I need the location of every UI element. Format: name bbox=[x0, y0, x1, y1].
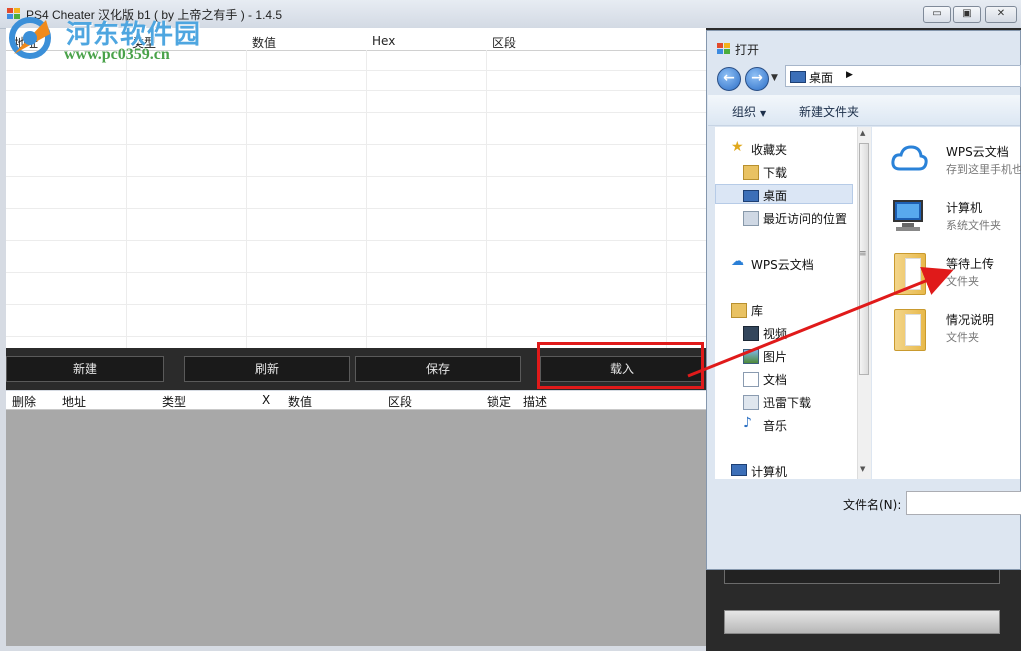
forward-button[interactable]: → bbox=[745, 67, 769, 91]
dialog-app-icon bbox=[717, 43, 731, 55]
column-type[interactable]: 类型 bbox=[162, 393, 186, 410]
desktop-icon bbox=[790, 71, 806, 83]
nav-label: 收藏夹 bbox=[751, 143, 788, 157]
organize-menu[interactable]: 组织 ▼ bbox=[732, 103, 766, 120]
scroll-up-icon[interactable]: ▲ bbox=[860, 129, 865, 137]
navigation-pane: ★ 收藏夹 下载 桌面 最近访问的位置 ☁ WPS云文档 库 视频 图片 文档 … bbox=[715, 127, 857, 479]
watermark-url: www.pc0359.cn bbox=[64, 46, 170, 63]
column-description[interactable]: 描述 bbox=[523, 393, 547, 410]
scroll-down-icon[interactable]: ▼ bbox=[860, 465, 865, 473]
computer-icon bbox=[731, 464, 747, 476]
organize-label: 组织 bbox=[732, 105, 757, 119]
pictures-icon bbox=[743, 349, 759, 364]
star-icon: ★ bbox=[731, 139, 744, 155]
file-description: 文件夹 bbox=[946, 275, 979, 288]
xunlei-download-icon bbox=[743, 395, 759, 410]
cloud-icon: ☁ bbox=[731, 254, 744, 269]
file-name: 情况说明 bbox=[946, 313, 995, 327]
dropdown-icon: ▼ bbox=[760, 109, 767, 118]
documents-icon bbox=[743, 372, 759, 387]
desktop-icon bbox=[743, 190, 759, 202]
new-folder-button[interactable]: 新建文件夹 bbox=[799, 103, 859, 120]
file-list[interactable]: WPS云文档 存到这里手机也 计算机 系统文件夹 等待上传 文件夹 情况说明 文… bbox=[872, 127, 1021, 479]
column-delete[interactable]: 删除 bbox=[12, 393, 36, 410]
filename-label: 文件名(N): bbox=[843, 498, 902, 512]
new-button[interactable]: 新建 bbox=[6, 356, 164, 382]
open-file-dialog: 打开 ← → ▼ 桌面 ▶ 组织 ▼ 新建文件夹 ★ 收藏夹 下载 桌面 最近访… bbox=[706, 30, 1021, 570]
nav-label: 桌面 bbox=[763, 189, 788, 203]
column-value[interactable]: 数值 bbox=[252, 34, 276, 51]
back-arrow-icon: ← bbox=[723, 70, 735, 86]
grid-lines bbox=[6, 50, 706, 348]
nav-label: 音乐 bbox=[763, 419, 788, 433]
forward-arrow-icon: → bbox=[751, 70, 763, 86]
file-item-situation-notes[interactable]: 情况说明 文件夹 bbox=[890, 305, 1021, 357]
save-button[interactable]: 保存 bbox=[355, 356, 521, 382]
scroll-grip-icon: ≡ bbox=[859, 249, 867, 259]
maximize-icon: ▣ bbox=[962, 8, 972, 19]
column-lock[interactable]: 锁定 bbox=[487, 393, 511, 410]
file-description: 文件夹 bbox=[946, 331, 979, 344]
nav-label: 视频 bbox=[763, 327, 788, 341]
file-description: 存到这里手机也 bbox=[946, 163, 1021, 176]
file-name: WPS云文档 bbox=[946, 145, 1009, 159]
nav-label: 计算机 bbox=[751, 465, 788, 479]
nav-scrollbar[interactable]: ▲ ≡ ▼ bbox=[857, 127, 871, 479]
music-icon: ♪ bbox=[743, 415, 752, 431]
address-text: 桌面 bbox=[809, 71, 834, 85]
video-icon bbox=[743, 326, 759, 341]
column-address[interactable]: 地址 bbox=[62, 393, 86, 410]
file-description: 系统文件夹 bbox=[946, 219, 1001, 232]
computer-icon bbox=[893, 200, 923, 231]
minimize-icon: ▭ bbox=[932, 8, 942, 19]
back-button[interactable]: ← bbox=[717, 67, 741, 91]
column-section[interactable]: 区段 bbox=[388, 393, 412, 410]
progress-bar bbox=[724, 610, 1000, 634]
file-name: 等待上传 bbox=[946, 257, 995, 271]
nav-label: 下载 bbox=[763, 166, 788, 180]
cloud-icon bbox=[891, 145, 928, 171]
history-dropdown-icon[interactable]: ▼ bbox=[771, 73, 778, 83]
watermark-logo bbox=[9, 17, 51, 59]
column-x[interactable]: X bbox=[262, 393, 270, 407]
file-item-wps-cloud[interactable]: WPS云文档 存到这里手机也 bbox=[890, 137, 1021, 189]
library-icon bbox=[731, 303, 747, 318]
file-item-computer[interactable]: 计算机 系统文件夹 bbox=[890, 193, 1021, 245]
nav-label: WPS云文档 bbox=[751, 258, 814, 272]
maximize-button[interactable]: ▣ bbox=[953, 6, 981, 23]
recent-places-icon bbox=[743, 211, 759, 226]
close-icon: ✕ bbox=[996, 8, 1006, 19]
cheat-list-header: 删除 地址 类型 X 数值 区段 锁定 描述 bbox=[6, 391, 706, 410]
nav-label: 迅雷下载 bbox=[763, 396, 812, 410]
nav-label: 库 bbox=[751, 304, 764, 318]
cheat-list-body[interactable] bbox=[6, 410, 706, 646]
minimize-button[interactable]: ▭ bbox=[923, 6, 951, 23]
file-item-pending-upload[interactable]: 等待上传 文件夹 bbox=[890, 249, 1021, 301]
nav-label: 最近访问的位置 bbox=[763, 212, 848, 226]
refresh-button[interactable]: 刷新 bbox=[184, 356, 350, 382]
nav-label: 图片 bbox=[763, 350, 788, 364]
downloads-folder-icon bbox=[743, 165, 759, 180]
folder-icon bbox=[890, 309, 928, 351]
column-value[interactable]: 数值 bbox=[288, 393, 312, 410]
filename-input[interactable] bbox=[906, 491, 1021, 515]
address-bar[interactable]: 桌面 ▶ bbox=[785, 65, 1021, 87]
nav-label: 文档 bbox=[763, 373, 788, 387]
breadcrumb-arrow-icon[interactable]: ▶ bbox=[846, 70, 853, 80]
close-button[interactable]: ✕ bbox=[985, 6, 1017, 23]
file-name: 计算机 bbox=[946, 201, 983, 215]
column-hex[interactable]: Hex bbox=[372, 34, 395, 48]
folder-icon bbox=[890, 253, 928, 295]
dialog-title: 打开 bbox=[735, 43, 760, 57]
load-button-highlight bbox=[537, 342, 704, 389]
dialog-toolbar: 组织 ▼ 新建文件夹 bbox=[708, 95, 1020, 126]
column-section[interactable]: 区段 bbox=[492, 34, 516, 51]
results-grid[interactable]: 地址 类型 数值 Hex 区段 bbox=[6, 28, 706, 348]
scroll-thumb[interactable] bbox=[859, 143, 869, 375]
